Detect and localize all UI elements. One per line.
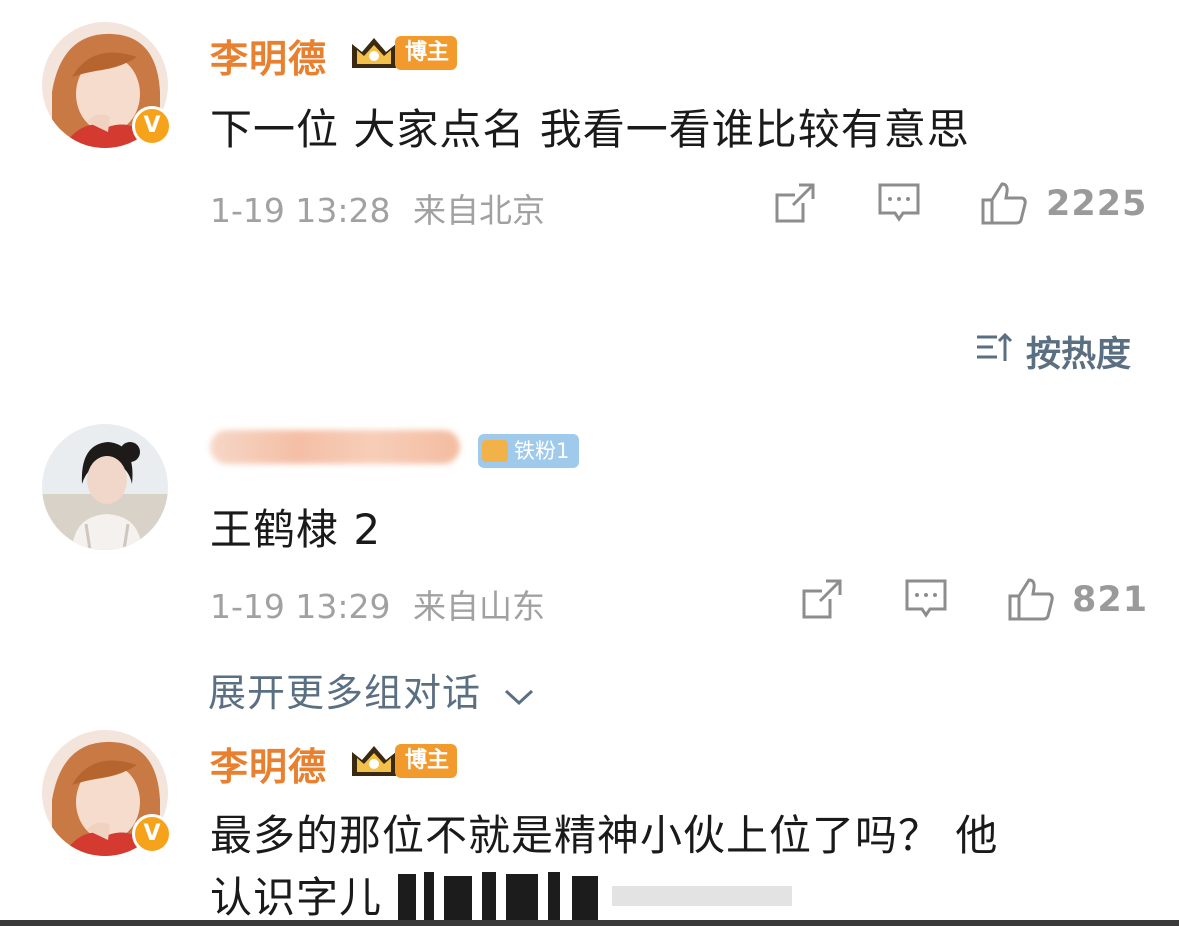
comment-meta: 1-19 13:28 来自北京 <box>210 184 545 232</box>
redaction-mark <box>482 872 496 920</box>
redaction-mark <box>548 872 560 920</box>
comment-icon[interactable] <box>904 577 948 621</box>
like-icon[interactable] <box>980 180 1028 226</box>
redaction-mark <box>612 886 792 906</box>
avatar[interactable]: V <box>42 730 172 856</box>
sort-by-hot-button[interactable]: 按热度 <box>1026 326 1131 377</box>
comment-time: 1-19 13:28 <box>210 191 391 230</box>
redaction-mark <box>424 872 434 920</box>
comment-text: 王鹤棣 2 <box>210 505 382 554</box>
verified-badge: V <box>132 814 172 854</box>
comment-text-line2: 认识字儿 <box>210 873 383 922</box>
crown-icon <box>352 746 396 776</box>
share-icon[interactable] <box>800 577 844 621</box>
comment-text: 下一位 大家点名 我看一看谁比较有意思 <box>210 105 970 154</box>
redaction-mark <box>572 876 598 920</box>
comment-time: 1-19 13:29 <box>210 587 391 626</box>
redaction-mark <box>398 874 416 920</box>
comment-icon[interactable] <box>877 181 921 225</box>
comment-meta: 1-19 13:29 来自山东 <box>210 580 545 628</box>
bottom-divider <box>0 920 1179 926</box>
comment-text-line1: 最多的那位不就是精神小伙上位了吗？ 他 <box>210 811 999 860</box>
expand-more-conversations[interactable]: 展开更多组对话 <box>208 662 536 717</box>
crown-icon <box>352 38 396 68</box>
avatar[interactable] <box>42 424 168 550</box>
username-redacted <box>210 430 460 464</box>
blogger-badge: 博主 <box>395 36 458 70</box>
fan-badge: 铁粉1 <box>478 434 580 468</box>
chevron-down-icon <box>505 689 534 705</box>
redaction-mark <box>444 876 472 920</box>
blogger-badge: 博主 <box>395 744 458 778</box>
avatar[interactable]: V <box>42 22 172 148</box>
like-count: 821 <box>1072 580 1149 620</box>
username[interactable]: 李明德 <box>210 736 327 791</box>
username[interactable]: 李明德 <box>210 28 327 83</box>
redaction-mark <box>506 874 538 920</box>
expand-label: 展开更多组对话 <box>208 671 482 715</box>
fan-level-icon <box>482 440 508 462</box>
fan-badge-label: 铁粉1 <box>514 439 570 463</box>
like-count: 2225 <box>1046 184 1148 224</box>
verified-badge: V <box>132 106 172 146</box>
share-icon[interactable] <box>773 181 817 225</box>
comment-location: 来自山东 <box>413 587 545 626</box>
sort-icon[interactable] <box>975 331 1015 365</box>
comment-location: 来自北京 <box>413 191 545 230</box>
like-icon[interactable] <box>1007 576 1055 622</box>
avatar-image <box>42 424 168 550</box>
